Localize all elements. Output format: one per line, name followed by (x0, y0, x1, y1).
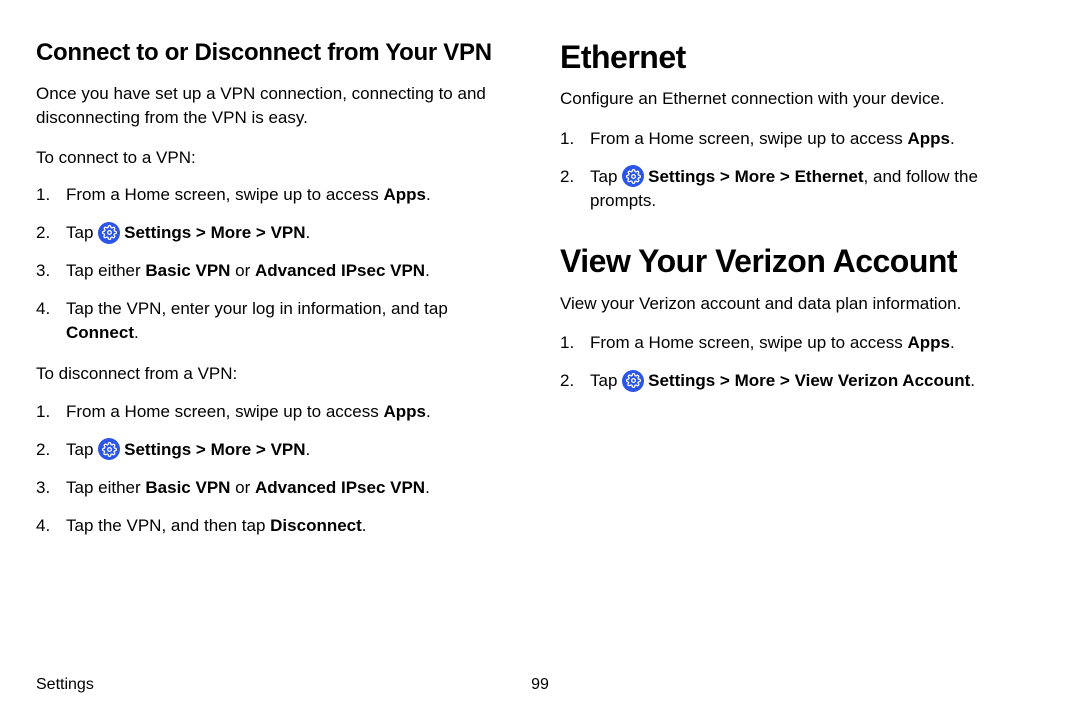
heading-ethernet: Ethernet (560, 40, 1044, 75)
list-item: From a Home screen, swipe up to access A… (62, 183, 520, 207)
chevron: > (775, 371, 794, 390)
bold-ethernet: Ethernet (795, 167, 864, 186)
settings-icon (98, 438, 124, 460)
bold-advanced-ipsec: Advanced IPsec VPN (255, 261, 425, 280)
steps-verizon: From a Home screen, swipe up to access A… (586, 331, 1044, 393)
intro-ethernet: Configure an Ethernet connection with yo… (560, 87, 1044, 111)
bold-advanced-ipsec: Advanced IPsec VPN (255, 478, 425, 497)
step-text: From a Home screen, swipe up to access (590, 333, 907, 352)
bold-connect: Connect (66, 323, 134, 342)
bold-settings: Settings (124, 440, 191, 459)
step-text: . (134, 323, 139, 342)
bold-more: More (211, 440, 252, 459)
step-text: Tap either (66, 478, 145, 497)
step-text: . (950, 129, 955, 148)
page-footer: Settings 99 (36, 676, 1044, 694)
list-item: Tap Settings > More > View Verizon Accou… (586, 369, 1044, 393)
step-text: . (425, 478, 430, 497)
page-columns: Connect to or Disconnect from Your VPN O… (36, 38, 1044, 658)
heading-view-verizon: View Your Verizon Account (560, 244, 1044, 279)
steps-disconnect: From a Home screen, swipe up to access A… (62, 400, 520, 537)
step-text: Tap the VPN, and then tap (66, 516, 270, 535)
right-column: Ethernet Configure an Ethernet connectio… (560, 38, 1044, 658)
bold-apps: Apps (907, 333, 950, 352)
bold-basic-vpn: Basic VPN (145, 478, 230, 497)
step-text: Tap (590, 167, 622, 186)
chevron: > (715, 371, 734, 390)
list-item: Tap Settings > More > Ethernet, and foll… (586, 165, 1044, 213)
settings-icon (98, 222, 124, 244)
bold-settings: Settings (648, 167, 715, 186)
settings-icon (622, 165, 648, 187)
step-text: or (230, 478, 255, 497)
intro-vpn: Once you have set up a VPN connection, c… (36, 82, 520, 130)
bold-more: More (211, 223, 252, 242)
step-text: From a Home screen, swipe up to access (66, 185, 383, 204)
step-text: From a Home screen, swipe up to access (590, 129, 907, 148)
footer-section: Settings (36, 676, 94, 694)
bold-more: More (735, 167, 776, 186)
step-text: . (426, 402, 431, 421)
step-text: Tap the VPN, enter your log in informati… (66, 299, 448, 318)
step-text: Tap (66, 440, 98, 459)
chevron: > (715, 167, 734, 186)
bold-more: More (735, 371, 776, 390)
list-item: From a Home screen, swipe up to access A… (586, 127, 1044, 151)
bold-basic-vpn: Basic VPN (145, 261, 230, 280)
step-text: . (306, 440, 311, 459)
steps-ethernet: From a Home screen, swipe up to access A… (586, 127, 1044, 212)
page-number: 99 (531, 676, 549, 694)
list-item: From a Home screen, swipe up to access A… (62, 400, 520, 424)
list-item: Tap Settings > More > VPN. (62, 438, 520, 462)
settings-icon (622, 370, 648, 392)
bold-vpn: VPN (271, 440, 306, 459)
step-text: From a Home screen, swipe up to access (66, 402, 383, 421)
bold-apps: Apps (383, 185, 426, 204)
intro-verizon: View your Verizon account and data plan … (560, 292, 1044, 316)
chevron: > (775, 167, 794, 186)
bold-vpn: VPN (271, 223, 306, 242)
steps-connect: From a Home screen, swipe up to access A… (62, 183, 520, 344)
list-item: Tap Settings > More > VPN. (62, 221, 520, 245)
bold-settings: Settings (124, 223, 191, 242)
list-item: Tap either Basic VPN or Advanced IPsec V… (62, 259, 520, 283)
lead-connect: To connect to a VPN: (36, 146, 520, 170)
list-item: Tap either Basic VPN or Advanced IPsec V… (62, 476, 520, 500)
step-text: . (362, 516, 367, 535)
bold-apps: Apps (907, 129, 950, 148)
step-text: Tap (590, 371, 622, 390)
bold-disconnect: Disconnect (270, 516, 362, 535)
left-column: Connect to or Disconnect from Your VPN O… (36, 38, 520, 658)
step-text: Tap (66, 223, 98, 242)
list-item: Tap the VPN, and then tap Disconnect. (62, 514, 520, 538)
bold-view-verizon-account: View Verizon Account (795, 371, 971, 390)
lead-disconnect: To disconnect from a VPN: (36, 362, 520, 386)
chevron: > (251, 440, 270, 459)
list-item: From a Home screen, swipe up to access A… (586, 331, 1044, 355)
step-text: or (230, 261, 255, 280)
chevron: > (191, 440, 210, 459)
bold-settings: Settings (648, 371, 715, 390)
chevron: > (191, 223, 210, 242)
step-text: . (970, 371, 975, 390)
heading-vpn-connect-disconnect: Connect to or Disconnect from Your VPN (36, 38, 520, 68)
step-text: . (426, 185, 431, 204)
step-text: Tap either (66, 261, 145, 280)
bold-apps: Apps (383, 402, 426, 421)
step-text: . (425, 261, 430, 280)
step-text: . (306, 223, 311, 242)
step-text: . (950, 333, 955, 352)
chevron: > (251, 223, 270, 242)
list-item: Tap the VPN, enter your log in informati… (62, 297, 520, 345)
